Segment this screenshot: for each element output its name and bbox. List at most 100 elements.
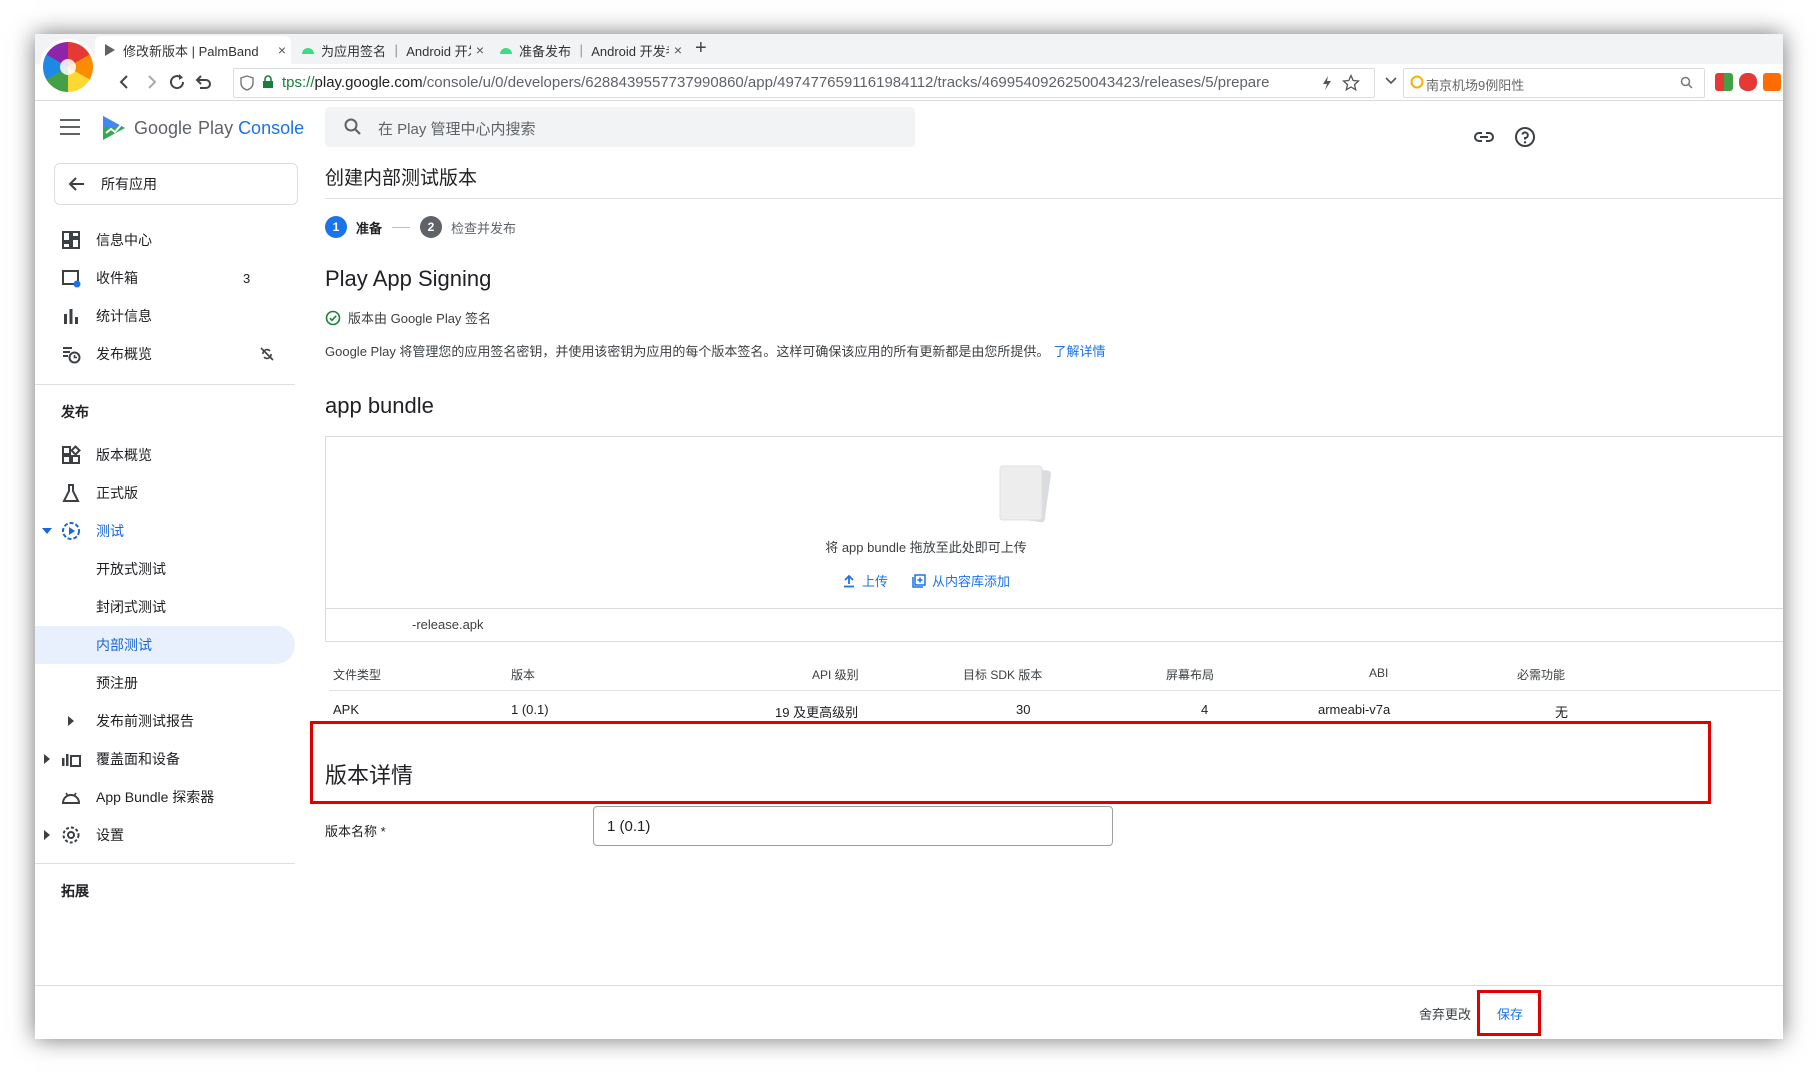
android-favicon-icon [302, 48, 314, 54]
sidebar-item-production[interactable]: 正式版 [35, 474, 295, 512]
browser-window: 修改新版本 | PalmBand × 为应用签名 ｜ Android 开发者 ×… [35, 34, 1783, 1039]
sidebar-item-bundle-explorer[interactable]: App Bundle 探索器 [35, 778, 295, 816]
brand-console: Console [238, 117, 305, 138]
sidebar-item-publishing-overview[interactable]: 发布概览 [35, 335, 295, 373]
bookmark-star-icon[interactable] [1342, 74, 1360, 92]
tab-app-signing[interactable]: 为应用签名 ｜ Android 开发者 × [293, 36, 489, 64]
step-connector [392, 226, 411, 228]
sidebar-item-reach-devices[interactable]: 覆盖面和设备 [35, 740, 295, 778]
table-cell: 无 [1555, 705, 1569, 720]
sidebar-item-label: 信息中心 [96, 232, 152, 248]
library-add-icon [912, 573, 926, 588]
step-1-number[interactable]: 1 [325, 216, 347, 238]
sidebar-item-settings[interactable]: 设置 [35, 816, 295, 854]
signing-description-text: Google Play 将管理您的应用签名密钥，并使用该密钥为应用的每个版本签名… [325, 344, 1050, 359]
sidebar-item-pre-registration[interactable]: 预注册 [35, 664, 295, 702]
all-apps-button[interactable]: 所有应用 [54, 163, 298, 205]
table-header-cell: 版本 [511, 668, 536, 682]
reload-button[interactable] [165, 70, 189, 94]
url-host: play.google.com [314, 74, 423, 91]
bundle-dropzone[interactable]: 将 app bundle 拖放至此处即可上传 上传 从内容库添加 [325, 436, 1783, 609]
sidebar-divider [35, 863, 295, 864]
release-name-input[interactable] [593, 806, 1113, 846]
sidebar-item-testing[interactable]: 测试 [35, 512, 295, 550]
sidebar-item-internal-testing[interactable]: 内部测试 [35, 626, 295, 664]
sidebar-item-label: 覆盖面和设备 [96, 751, 180, 767]
step-2-label[interactable]: 检查并发布 [451, 218, 516, 237]
browser-search-text: 南京机场9例阳性 [1426, 78, 1525, 93]
dropzone-text: 将 app bundle 拖放至此处即可上传 [825, 540, 1027, 555]
url-text: tps://play.google.com/console/u/0/develo… [282, 74, 1322, 91]
signed-status: 版本由 Google Play 签名 [325, 308, 491, 327]
step-2-number[interactable]: 2 [420, 216, 443, 238]
new-tab-button[interactable]: + [695, 37, 707, 60]
play-app-signing-heading: Play App Signing [325, 266, 492, 291]
back-button[interactable] [113, 70, 137, 94]
sidebar-item-open-testing[interactable]: 开放式测试 [35, 550, 295, 588]
undo-button[interactable] [191, 70, 215, 94]
signed-status-text: 版本由 Google Play 签名 [348, 311, 492, 326]
upload-button[interactable]: 上传 [842, 571, 888, 590]
chevron-right-icon [148, 75, 157, 89]
game-icon[interactable] [1739, 73, 1757, 91]
sidebar-item-dashboard[interactable]: 信息中心 [35, 221, 295, 259]
tab-close-icon[interactable]: × [669, 42, 687, 58]
discard-changes-button[interactable]: 舍弃更改 [1419, 1004, 1471, 1023]
tab-palmband[interactable]: 修改新版本 | PalmBand × [95, 36, 291, 64]
tab-prepare-release[interactable]: 准备发布 ｜ Android 开发者 ｜ × [491, 36, 687, 64]
caret-right-icon[interactable] [43, 754, 51, 764]
uploaded-file-row[interactable]: -release.apk [325, 608, 1783, 642]
play-console-logo-icon [103, 116, 125, 140]
table-header-cell: 屏幕布局 [1166, 668, 1215, 682]
table-cell: 30 [1016, 702, 1031, 717]
learn-more-link[interactable]: 了解详情 [1053, 344, 1105, 359]
sidebar-item-label: 发布概览 [96, 346, 152, 362]
caret-right-icon[interactable] [43, 830, 51, 840]
table-header-cell: 必需功能 [1517, 668, 1566, 682]
shopping-icon[interactable] [1763, 73, 1781, 91]
step-1-label[interactable]: 准备 [356, 218, 382, 237]
reload-icon [170, 74, 185, 90]
title-divider [325, 198, 1783, 199]
forward-button[interactable] [139, 70, 163, 94]
console-search-input[interactable]: 在 Play 管理中心内搜索 [325, 107, 915, 147]
play-console-favicon-icon [105, 44, 115, 56]
browser-search-box[interactable]: 南京机场9例阳性 [1403, 68, 1705, 98]
tab-close-icon[interactable]: × [471, 42, 489, 58]
caret-right-icon[interactable] [67, 716, 75, 726]
sidebar-item-label: App Bundle 探索器 [96, 789, 215, 805]
brand-logo[interactable]: Google Play Console [100, 113, 304, 143]
link-icon[interactable] [1472, 125, 1496, 149]
sidebar-item-statistics[interactable]: 统计信息 [35, 297, 295, 335]
tab-close-icon[interactable]: × [273, 42, 291, 58]
search-icon[interactable] [1680, 76, 1693, 89]
bundle-explorer-icon [61, 792, 81, 804]
table-cell: 19 及更高级别 [775, 705, 859, 720]
sidebar-item-inbox[interactable]: 收件箱 3 [35, 259, 295, 297]
lightning-icon[interactable] [1322, 76, 1332, 90]
table-header-cell: 目标 SDK 版本 [963, 668, 1043, 682]
sidebar-item-label: 发布前测试报告 [96, 713, 194, 729]
sidebar-item-release-overview[interactable]: 版本概览 [35, 436, 295, 474]
sidebar-item-closed-testing[interactable]: 封闭式测试 [35, 588, 295, 626]
reach-devices-icon [62, 754, 81, 767]
caret-down-icon[interactable] [41, 525, 53, 537]
chevron-down-icon[interactable] [1385, 76, 1397, 86]
dashboard-icon [62, 231, 80, 249]
page-title: 创建内部测试版本 [325, 168, 478, 189]
table-row: APK 1 (0.1) 19 及更高级别 30 4 armeabi-v7a 无 [329, 691, 1781, 725]
address-bar[interactable]: tps://play.google.com/console/u/0/develo… [233, 68, 1375, 98]
menu-icon[interactable] [60, 119, 80, 135]
arrow-back-icon [68, 177, 84, 191]
main-content: 在 Play 管理中心内搜索 创建内部测试版本 1 准备 2 检查并发布 Pla… [303, 101, 1783, 1039]
android-favicon-icon [500, 48, 512, 54]
add-from-library-button[interactable]: 从内容库添加 [912, 571, 1010, 590]
sidebar-item-pre-launch-report[interactable]: 发布前测试报告 [35, 702, 295, 740]
sidebar-item-label: 内部测试 [96, 637, 152, 653]
dropzone-actions: 上传 从内容库添加 [426, 571, 1426, 590]
url-scheme: tps:// [282, 74, 315, 91]
help-icon[interactable] [1513, 125, 1537, 149]
save-button[interactable]: 保存 [1497, 1004, 1523, 1023]
add-from-library-label: 从内容库添加 [932, 574, 1011, 589]
apps-grid-icon[interactable] [1715, 73, 1733, 91]
